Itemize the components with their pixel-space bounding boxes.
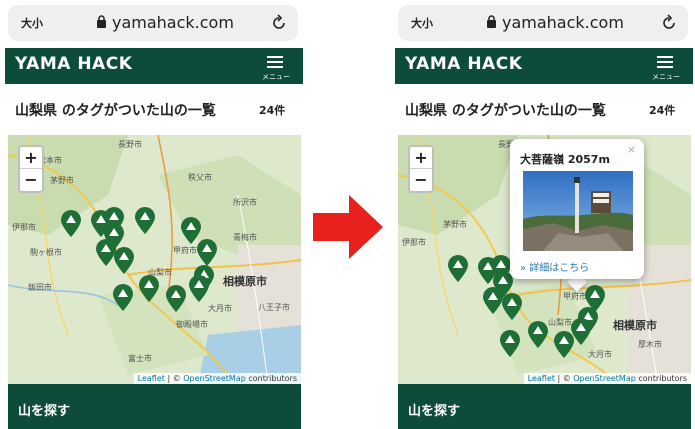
screen-after: 大小 yamahack.com YAMA HACK メニュー 山梨県 のタグがつ…	[395, 0, 693, 429]
map-attribution: Leaflet | © OpenStreetMap contributors	[133, 373, 301, 384]
mountain-pin-icon[interactable]	[189, 275, 209, 302]
mountain-pin-icon[interactable]	[96, 239, 116, 266]
right-arrow-icon	[313, 195, 383, 259]
mountain-map[interactable]: 松本市 長野市 茅野市 伊那市 駒ヶ根市 飯田市 甲府市 相模原市 青梅市 所沢…	[8, 135, 301, 384]
map-tiles[interactable]: 松本市 長野市 茅野市 伊那市 駒ヶ根市 飯田市 甲府市 相模原市 青梅市 所沢…	[8, 135, 301, 384]
search-mountains-bar[interactable]: 山を探す	[398, 384, 691, 429]
reload-icon[interactable]	[660, 14, 678, 32]
map-label: 富士市	[128, 353, 152, 363]
site-logo[interactable]: YAMA HACK	[405, 54, 522, 74]
mountain-pin-icon[interactable]	[554, 331, 574, 358]
mountain-pin-icon[interactable]	[135, 207, 155, 234]
site-header: YAMA HACK メニュー	[5, 48, 303, 84]
mountain-photo	[523, 171, 633, 251]
site-logo[interactable]: YAMA HACK	[15, 54, 132, 74]
lock-icon	[487, 15, 496, 28]
map-label: 伊那市	[402, 237, 426, 247]
site-header: YAMA HACK メニュー	[395, 48, 693, 84]
zoom-control: + −	[18, 145, 44, 193]
close-icon[interactable]: ×	[627, 143, 636, 156]
address-bar[interactable]: 大小 yamahack.com	[398, 5, 688, 41]
map-label: 甲府市	[173, 245, 197, 255]
screen-before: 大小 yamahack.com YAMA HACK メニュー 山梨県 のタグがつ…	[5, 0, 303, 429]
map-label: 秩父市	[188, 172, 212, 182]
search-mountains-label: 山を探す	[18, 404, 71, 419]
menu-label: メニュー	[652, 73, 680, 81]
map-label: 駒ヶ根市	[30, 247, 62, 257]
map-label: 甲府市	[563, 291, 587, 301]
mountain-pin-icon[interactable]	[483, 287, 503, 314]
map-label: 茅野市	[50, 175, 74, 185]
zoom-out-button[interactable]: −	[20, 169, 42, 191]
map-label: 大月市	[208, 303, 232, 313]
mountain-pin-icon[interactable]	[61, 210, 81, 237]
map-label: 大月市	[588, 349, 612, 359]
text-size-button[interactable]: 大小	[411, 15, 433, 31]
url-domain: yamahack.com	[112, 13, 234, 32]
details-link[interactable]: » 詳細はこちら	[520, 259, 589, 274]
search-mountains-label: 山を探す	[408, 404, 461, 419]
popup-title: 大菩薩嶺 2057m	[520, 153, 610, 166]
zoom-control: + −	[408, 145, 434, 193]
attribution-separator: | ©	[554, 374, 574, 383]
hamburger-menu-icon	[657, 56, 673, 58]
map-label: 八王子市	[258, 302, 290, 312]
url-domain: yamahack.com	[502, 13, 624, 32]
page-title: 山梨県 のタグがついた山の一覧	[15, 103, 216, 119]
mountain-pin-icon[interactable]	[500, 330, 520, 357]
mountain-pin-icon[interactable]	[448, 255, 468, 282]
map-label: 山梨市	[548, 317, 572, 327]
result-count: 24件	[649, 104, 676, 117]
map-label: 飯田市	[28, 282, 52, 292]
mountain-pin-icon[interactable]	[571, 318, 591, 345]
mountain-popup: × 大菩薩嶺 2057m » 詳細はこちら	[510, 139, 644, 279]
osm-link[interactable]: OpenStreetMap	[573, 374, 636, 383]
map-label: 青梅市	[233, 232, 257, 242]
reload-icon[interactable]	[270, 14, 288, 32]
mountain-pin-icon[interactable]	[166, 285, 186, 312]
osm-link[interactable]: OpenStreetMap	[183, 374, 246, 383]
menu-button[interactable]: メニュー	[259, 52, 293, 82]
mountain-map[interactable]: 長野市 茅野市 伊那市 甲府市 相模原市 厚木市 山梨市 大月市 + −	[398, 135, 691, 384]
map-label: 所沢市	[233, 197, 257, 207]
address-bar[interactable]: 大小 yamahack.com	[8, 5, 298, 41]
map-label: 厚木市	[638, 339, 662, 349]
lock-icon	[97, 15, 106, 28]
leaflet-link[interactable]: Leaflet	[138, 374, 165, 383]
zoom-in-button[interactable]: +	[20, 147, 42, 169]
map-attribution: Leaflet | © OpenStreetMap contributors	[523, 373, 691, 384]
map-label: 相模原市	[223, 274, 267, 288]
attribution-separator: | ©	[164, 374, 184, 383]
map-label: 伊那市	[12, 222, 36, 232]
map-label: 長野市	[118, 139, 142, 149]
hamburger-menu-icon	[267, 56, 283, 58]
attribution-suffix: contributors	[635, 374, 687, 383]
map-label: 御殿場市	[176, 319, 208, 329]
leaflet-link[interactable]: Leaflet	[528, 374, 555, 383]
attribution-suffix: contributors	[245, 374, 297, 383]
map-label: 相模原市	[613, 318, 657, 332]
mountain-pin-icon[interactable]	[114, 247, 134, 274]
map-label: 茅野市	[443, 219, 467, 229]
page-title: 山梨県 のタグがついた山の一覧	[405, 103, 606, 119]
zoom-out-button[interactable]: −	[410, 169, 432, 191]
mountain-pin-icon[interactable]	[139, 275, 159, 302]
search-mountains-bar[interactable]: 山を探す	[8, 384, 301, 429]
mountain-pin-icon[interactable]	[197, 239, 217, 266]
menu-button[interactable]: メニュー	[649, 52, 683, 82]
mountain-pin-icon[interactable]	[528, 321, 548, 348]
text-size-button[interactable]: 大小	[21, 15, 43, 31]
result-count: 24件	[259, 104, 286, 117]
zoom-in-button[interactable]: +	[410, 147, 432, 169]
menu-label: メニュー	[262, 73, 290, 81]
mountain-pin-icon[interactable]	[502, 293, 522, 320]
mountain-pin-icon[interactable]	[113, 284, 133, 311]
